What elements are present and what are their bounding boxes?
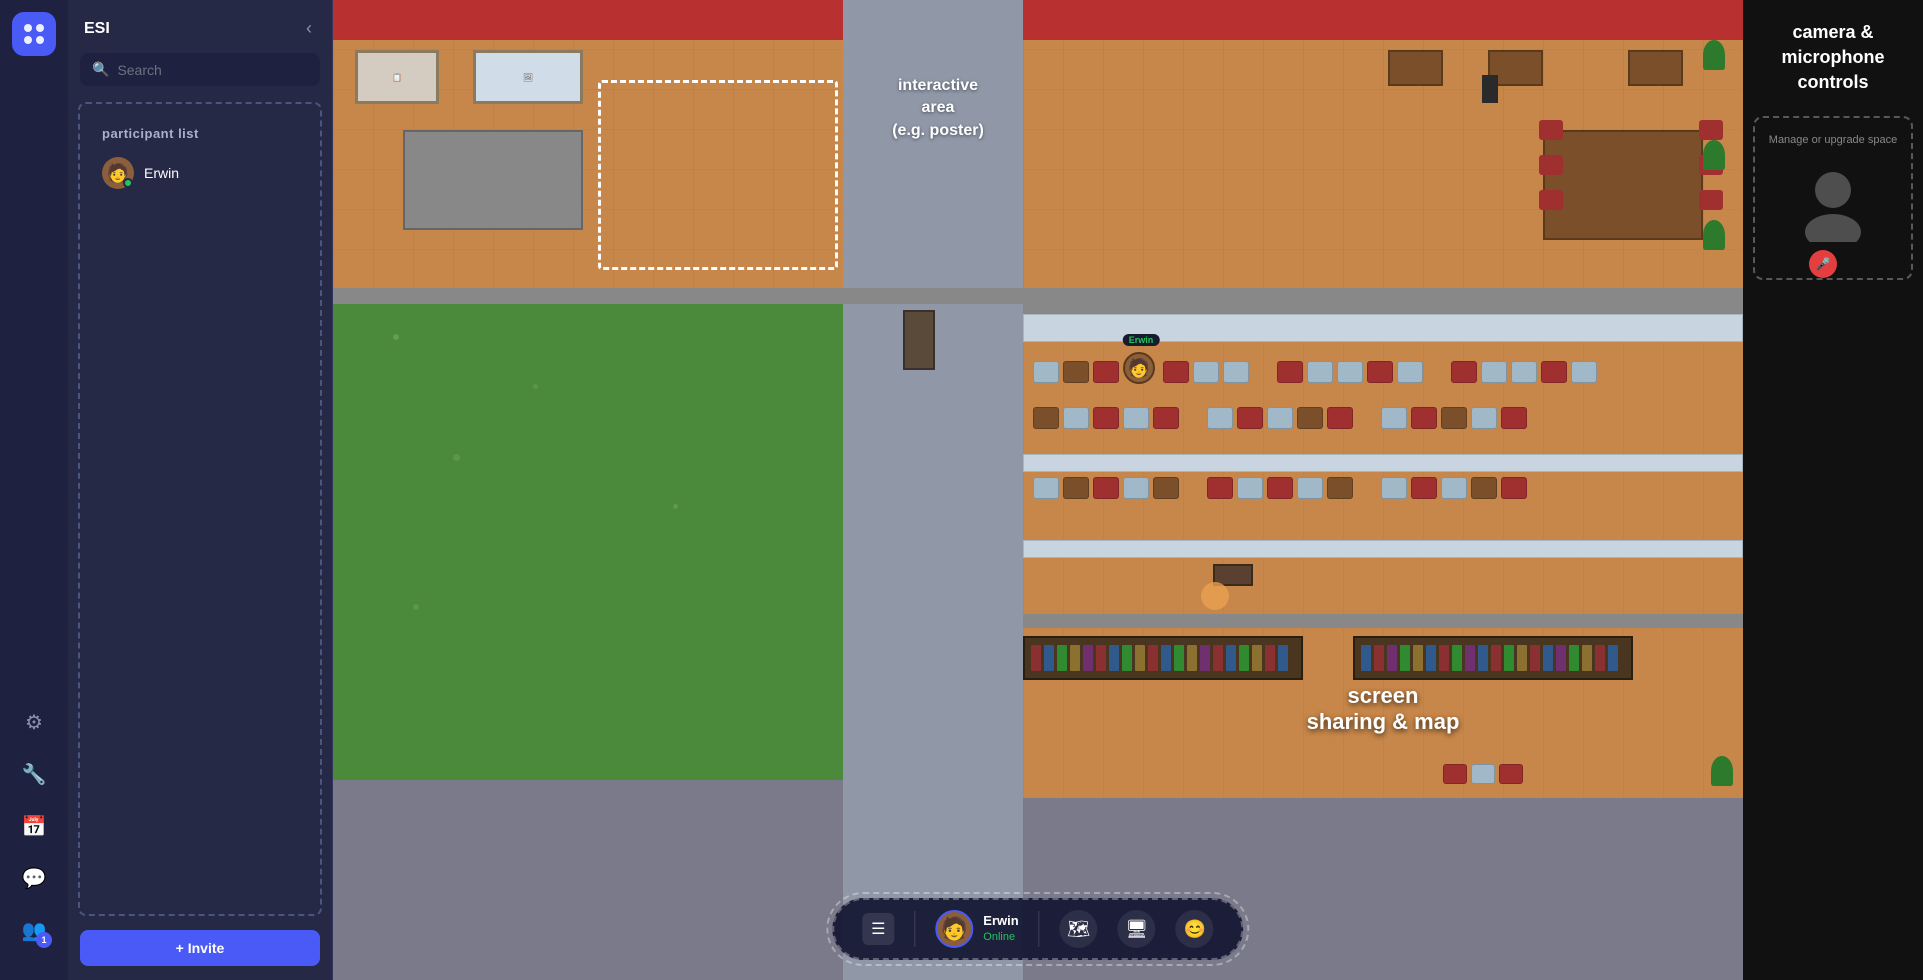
search-icon: 🔍 (92, 61, 109, 78)
player-label: Erwin (1123, 334, 1160, 346)
auditorium: Erwin 🧑 (1023, 314, 1743, 614)
camera-avatar-icon (1793, 162, 1873, 242)
green-area (333, 304, 843, 780)
settings-button[interactable]: ⚙ (12, 700, 56, 744)
mic-controls: 🎤 (1765, 252, 1901, 262)
participant-list-container: participant list 🧑 Erwin (78, 102, 322, 916)
bottom-bar-dashed: ☰ 🧑 Erwin Online 🗺 🖥 😊 (826, 892, 1249, 966)
chair-right-3 (1699, 190, 1723, 210)
wrench-icon: 🔧 (22, 762, 47, 787)
map-toggle-button[interactable]: ☰ (862, 913, 894, 945)
participant-avatar-wrap: 🧑 (102, 157, 134, 189)
search-bar[interactable]: 🔍 (80, 53, 320, 86)
participant-list-title: participant list (86, 110, 314, 149)
schedule-button[interactable]: 📅 (12, 804, 56, 848)
logo-icon (20, 20, 48, 48)
emoji-button[interactable]: 😊 (1176, 910, 1214, 948)
bottom-controls-area: ☰ 🧑 Erwin Online 🗺 🖥 😊 (826, 892, 1249, 966)
calendar-icon: 📅 (22, 814, 47, 839)
screen-sharing-label: screensharing & map (1023, 683, 1743, 735)
screen-strip-2 (1023, 454, 1743, 472)
screen-share-button[interactable]: 🖥 (1118, 910, 1156, 948)
camera-label: camera &microphonecontrols (1781, 20, 1884, 96)
bottom-bar: ☰ 🧑 Erwin Online 🗺 🖥 😊 (832, 898, 1243, 960)
game-map: 📋 🖼 interactivearea(e.g. poster) (333, 0, 1743, 980)
bottom-user-status: Online (983, 930, 1018, 944)
invite-button[interactable]: + Invite (80, 930, 320, 966)
chat-button[interactable]: 💬 (12, 856, 56, 900)
bookshelf-2 (1353, 636, 1633, 680)
bookshelf-1 (1023, 636, 1303, 680)
bottom-user-name: Erwin (983, 913, 1018, 930)
manage-space-text: Manage or upgrade space (1765, 134, 1901, 146)
interactive-area-label: interactivearea(e.g. poster) (853, 75, 1023, 142)
position-marker (1201, 582, 1229, 610)
seat-row-3 (1033, 477, 1527, 499)
participant-name: Erwin (144, 165, 179, 181)
game-area[interactable]: 📋 🖼 interactivearea(e.g. poster) (333, 0, 1743, 980)
plant-1 (1703, 40, 1725, 70)
chair-left-2 (1539, 155, 1563, 175)
locker (903, 310, 935, 370)
participant-item[interactable]: 🧑 Erwin (86, 149, 314, 197)
red-wall (333, 0, 843, 40)
chat-icon: 💬 (22, 866, 47, 891)
chair-left-1 (1539, 120, 1563, 140)
player-avatar: 🧑 (1123, 352, 1155, 384)
bottom-chairs (1443, 764, 1523, 784)
panel-header: ESI ‹ (68, 0, 332, 53)
user-info-text: Erwin Online (983, 913, 1018, 944)
bottom-avatar: 🧑 (935, 910, 973, 948)
search-input[interactable] (117, 62, 308, 78)
conference-table (1543, 130, 1703, 240)
camera-controls-box: Manage or upgrade space 🎤 (1753, 116, 1913, 280)
people-badge: 1 (36, 932, 52, 948)
seat-row-1: Erwin 🧑 (1033, 352, 1597, 392)
plant-2 (1703, 140, 1725, 170)
online-status-indicator (123, 178, 133, 188)
top-right-red-wall (1023, 0, 1743, 40)
desk-3 (1628, 50, 1683, 86)
lamp (1482, 75, 1498, 103)
interactive-area-box (598, 80, 838, 270)
right-panel: camera &microphonecontrols Manage or upg… (1743, 0, 1923, 980)
seat-row-2 (1033, 407, 1527, 429)
participant-panel: ESI ‹ 🔍 participant list 🧑 Erwin + Invit… (68, 0, 333, 980)
top-right-room (1023, 0, 1743, 290)
gear-icon: ⚙ (25, 710, 43, 735)
panel-close-button[interactable]: ‹ (302, 14, 316, 43)
chair-left-3 (1539, 190, 1563, 210)
people-button[interactable]: 👥 1 (12, 908, 56, 952)
bottom-user-info: 🧑 Erwin Online (935, 910, 1018, 948)
bottom-room: screensharing & map (1023, 628, 1743, 798)
wall-frame-1: 📋 (355, 50, 439, 104)
sidebar: ⚙ 🔧 📅 💬 👥 1 (0, 0, 68, 980)
panel-title: ESI (84, 20, 110, 38)
map-button[interactable]: 🗺 (1060, 910, 1098, 948)
h-sep-3 (1023, 296, 1743, 314)
screen-strip-3 (1023, 540, 1743, 558)
meeting-table (403, 130, 583, 230)
tools-button[interactable]: 🔧 (12, 752, 56, 796)
plant-3 (1703, 220, 1725, 250)
logo-button[interactable] (12, 12, 56, 56)
vertical-corridor (843, 0, 1023, 980)
wall-frame-2: 🖼 (473, 50, 583, 104)
plant-bottom (1711, 756, 1733, 786)
mic-button[interactable]: 🎤 (1809, 250, 1837, 278)
desk-1 (1388, 50, 1443, 86)
chair-right-1 (1699, 120, 1723, 140)
